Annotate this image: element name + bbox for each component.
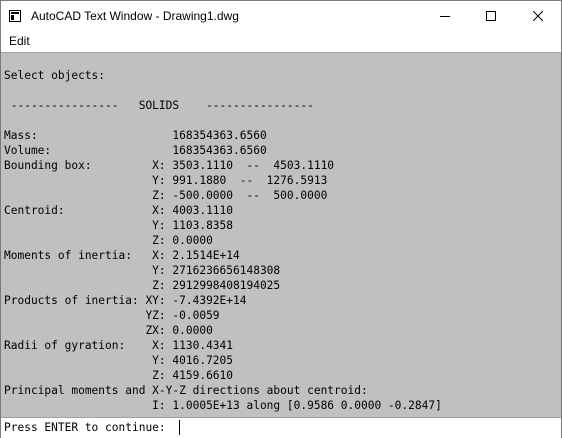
history-line: Z: -500.0000 -- 500.0000 — [4, 189, 328, 202]
history-line: Volume: 168354363.6560 — [4, 144, 267, 157]
history-line: Z: 2912998408194025 — [4, 279, 281, 292]
minimize-button[interactable] — [422, 1, 468, 31]
history-line — [4, 83, 442, 98]
menu-bar: Edit — [1, 31, 561, 51]
history-line: YZ: -0.0059 — [4, 309, 220, 322]
title-bar[interactable]: AutoCAD Text Window - Drawing1.dwg — [1, 1, 561, 31]
history-line: Principal moments and X-Y-Z directions a… — [4, 384, 368, 397]
window-title: AutoCAD Text Window - Drawing1.dwg — [31, 9, 239, 23]
autocad-text-window: AutoCAD Text Window - Drawing1.dwg Edit … — [0, 0, 562, 438]
close-button[interactable] — [514, 1, 561, 31]
history-line: Y: 1103.8358 — [4, 219, 234, 232]
history-line: Y: 4016.7205 — [4, 354, 234, 367]
menu-item-edit[interactable]: Edit — [3, 31, 36, 51]
history-line: Select objects: — [4, 69, 106, 82]
close-icon — [532, 11, 543, 21]
autocad-app-icon[interactable] — [9, 9, 21, 22]
history-line: Moments of inertia: X: 2.1514E+14 — [4, 249, 240, 262]
history-line: ZX: 0.0000 — [4, 324, 213, 337]
history-text: Select objects: ---------------- SOLIDS … — [4, 68, 442, 413]
command-history[interactable]: Select objects: ---------------- SOLIDS … — [1, 52, 561, 418]
history-line: Radii of gyration: X: 1130.4341 — [4, 339, 234, 352]
history-line: I: 1.0005E+13 along [0.9586 0.0000 -0.28… — [4, 399, 442, 412]
history-line: Y: 2716236656148308 — [4, 264, 281, 277]
history-line: Z: 4159.6610 — [4, 369, 234, 382]
command-input[interactable] — [177, 419, 557, 436]
history-line: Mass: 168354363.6560 — [4, 129, 267, 142]
command-line[interactable]: Press ENTER to continue: — [1, 417, 561, 438]
history-line: Y: 991.1880 -- 1276.5913 — [4, 174, 328, 187]
history-line — [4, 113, 442, 128]
text-caret — [179, 420, 180, 435]
history-line: Centroid: X: 4003.1110 — [4, 204, 234, 217]
history-line: ---------------- SOLIDS ---------------- — [4, 99, 314, 112]
history-line: Products of inertia: XY: -7.4392E+14 — [4, 294, 247, 307]
history-line: Bounding box: X: 3503.1110 -- 4503.1110 — [4, 159, 335, 172]
maximize-button[interactable] — [468, 1, 514, 31]
command-prompt: Press ENTER to continue: — [4, 421, 166, 434]
history-line: Z: 0.0000 — [4, 234, 213, 247]
maximize-icon — [486, 11, 496, 21]
minimize-icon — [440, 16, 450, 17]
